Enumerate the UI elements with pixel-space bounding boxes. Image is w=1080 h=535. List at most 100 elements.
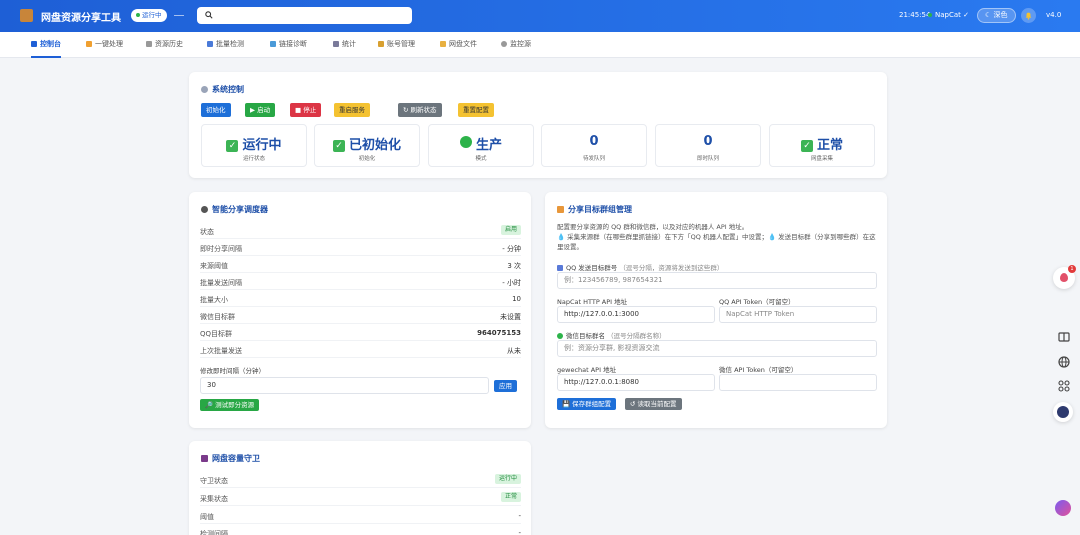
row-check-interval: 检测间隔 - [200,524,521,535]
tab-monitor-sources[interactable]: 监控源 [501,32,531,58]
apps-icon[interactable] [1057,379,1071,393]
wechat-icon [557,333,563,339]
restart-button[interactable]: 重启服务 [334,103,370,117]
top-header: 网盘资源分享工具 运行中 21:45:54 NapCat ✓ ☾ 深色 v4.0 [0,0,1080,32]
read-config-button[interactable]: ↺ 读取当前配置 [625,398,682,410]
save-groups-button[interactable]: 💾 保存群组配置 [557,398,617,410]
row-guard-status: 守卫状态 运行中 [200,471,521,488]
tab-one-click[interactable]: 一键处理 [86,32,123,58]
napcat-status: NapCat ✓ [928,11,969,19]
dashboard-icon [31,41,37,47]
row-batch-interval: 批量发送间隔 - 小时 [200,273,521,290]
status-dot-icon [136,13,140,17]
refresh-button[interactable]: ↻ 刷新状态 [398,103,442,117]
tab-batch-check[interactable]: 批量检测 [207,32,244,58]
disk-icon [201,455,208,462]
megaphone-icon [557,206,564,213]
interval-label: 修改即时间隔（分钟） [200,367,265,375]
stat-run-state: ✓ 运行中 运行状态 [201,124,307,167]
share-target-description: 配置要分享资源的 QQ 群和微信群，以及对应的机器人 API 地址。 💧 采集来源… [557,223,876,251]
share-target-title: 分享目标群组管理 [557,204,632,215]
search-box[interactable] [197,7,412,24]
extension-icon[interactable] [1055,500,1071,516]
row-collect-status: 采集状态 正常 [200,489,521,506]
pin-icon [1060,273,1068,282]
theme-toggle-button[interactable]: ☾ 深色 [977,8,1016,23]
napcat-api-input[interactable]: http://127.0.0.1:3000 [557,306,715,323]
tab-link-diagnose[interactable]: 链接诊断 [270,32,307,58]
row-threshold: 阈值 - [200,507,521,524]
chart-icon [333,41,339,47]
robot-face-icon [1057,406,1069,418]
status-badge: 正常 [500,492,521,502]
row-instant-interval: 即时分享间隔 - 分钟 [200,239,521,256]
start-button[interactable]: ▶ 启动 [245,103,276,117]
gear-icon [201,86,208,93]
key-icon [378,41,384,47]
tab-stats[interactable]: 统计 [333,32,356,58]
main-tabs: 控制台 一键处理 资源历史 批量检测 链接诊断 统计 账号管理 网盘文件 监控源 [0,32,1080,58]
row-wechat-target: 微信目标群 未设置 [200,307,521,324]
qq-target-label: QQ 发送目标群号 （逗号分隔，资源将发送到这些群） [557,262,723,272]
stat-mode: 生产 模式 [428,124,534,167]
smart-share-title: 智能分享调度器 [201,204,268,215]
tab-history[interactable]: 资源历史 [146,32,183,58]
tab-cloud-files[interactable]: 网盘文件 [440,32,477,58]
stop-button[interactable]: ■ 停止 [290,103,322,117]
version-label: v4.0 [1046,11,1062,19]
row-batch-size: 批量大小 10 [200,290,521,307]
header-divider [174,15,184,16]
status-badge: 运行中 [494,474,521,484]
check-icon: ✓ [800,140,813,152]
apply-button[interactable]: 应用 [494,380,517,392]
row-qq-target: QQ目标群 964075153 [200,324,521,341]
notification-count-badge: 1 [1068,265,1076,273]
init-button[interactable]: 初始化 [201,103,231,117]
eye-icon [501,41,507,47]
stat-cloud-collect: ✓ 正常 网盘采集 [769,124,875,167]
notification-button[interactable] [1021,8,1036,23]
stat-pending-queue: 0 待发队列 [541,124,647,167]
app-title: 网盘资源分享工具 [41,13,121,24]
row-status: 状态 启用 [200,222,521,239]
qq-token-label: QQ API Token（可留空） [719,298,795,306]
bolt-icon [86,41,92,47]
check-icon: ✓ [226,140,239,152]
tab-accounts[interactable]: 账号管理 [378,32,415,58]
wechat-token-label: 微信 API Token（可留空） [719,366,798,374]
gewechat-api-input[interactable]: http://127.0.0.1:8080 [557,374,715,391]
clock-icon [201,206,208,213]
napcat-dot-icon [928,13,932,17]
book-icon[interactable] [1057,330,1071,344]
stat-instant-queue: 0 即时队列 [655,124,761,167]
app-logo [20,9,33,22]
search-icon [205,11,213,19]
row-last-batch: 上次批量发送 从未 [200,341,521,358]
wechat-token-input[interactable] [719,374,877,391]
stat-initialized: ✓ 已初始化 初始化 [314,124,420,167]
floating-plugin-button[interactable]: 1 [1053,265,1076,289]
system-control-title: 系统控制 [201,84,244,95]
interval-input[interactable]: 30 [200,377,489,394]
link-icon [270,41,276,47]
history-icon [146,41,152,47]
globe-icon [459,136,472,148]
status-badge: 运行中 [131,9,167,22]
check-icon: ✓ [332,140,345,152]
wechat-target-label: 微信目标群名 （逗号分隔群名称） [557,330,666,340]
assistant-button[interactable] [1053,402,1073,422]
qq-token-input[interactable]: NapCat HTTP Token [719,306,877,323]
globe-icon[interactable] [1057,355,1071,369]
tab-dashboard[interactable]: 控制台 [31,32,61,58]
bell-icon [1025,12,1032,20]
clock-time: 21:45:54 [899,11,931,19]
wechat-target-input[interactable]: 例：资源分享群, 影视资源交流 [557,340,877,357]
search-input[interactable] [219,9,404,22]
test-share-button[interactable]: 🔎 测试即分资源 [200,399,260,411]
napcat-api-label: NapCat HTTP API 地址 [557,298,628,306]
qq-icon [557,265,563,271]
qq-target-input[interactable]: 例：123456789, 987654321 [557,272,877,289]
gewechat-api-label: gewechat API 地址 [557,366,617,374]
reset-config-button[interactable]: 重置配置 [458,103,494,117]
row-source-threshold: 来源阈值 3 次 [200,256,521,273]
